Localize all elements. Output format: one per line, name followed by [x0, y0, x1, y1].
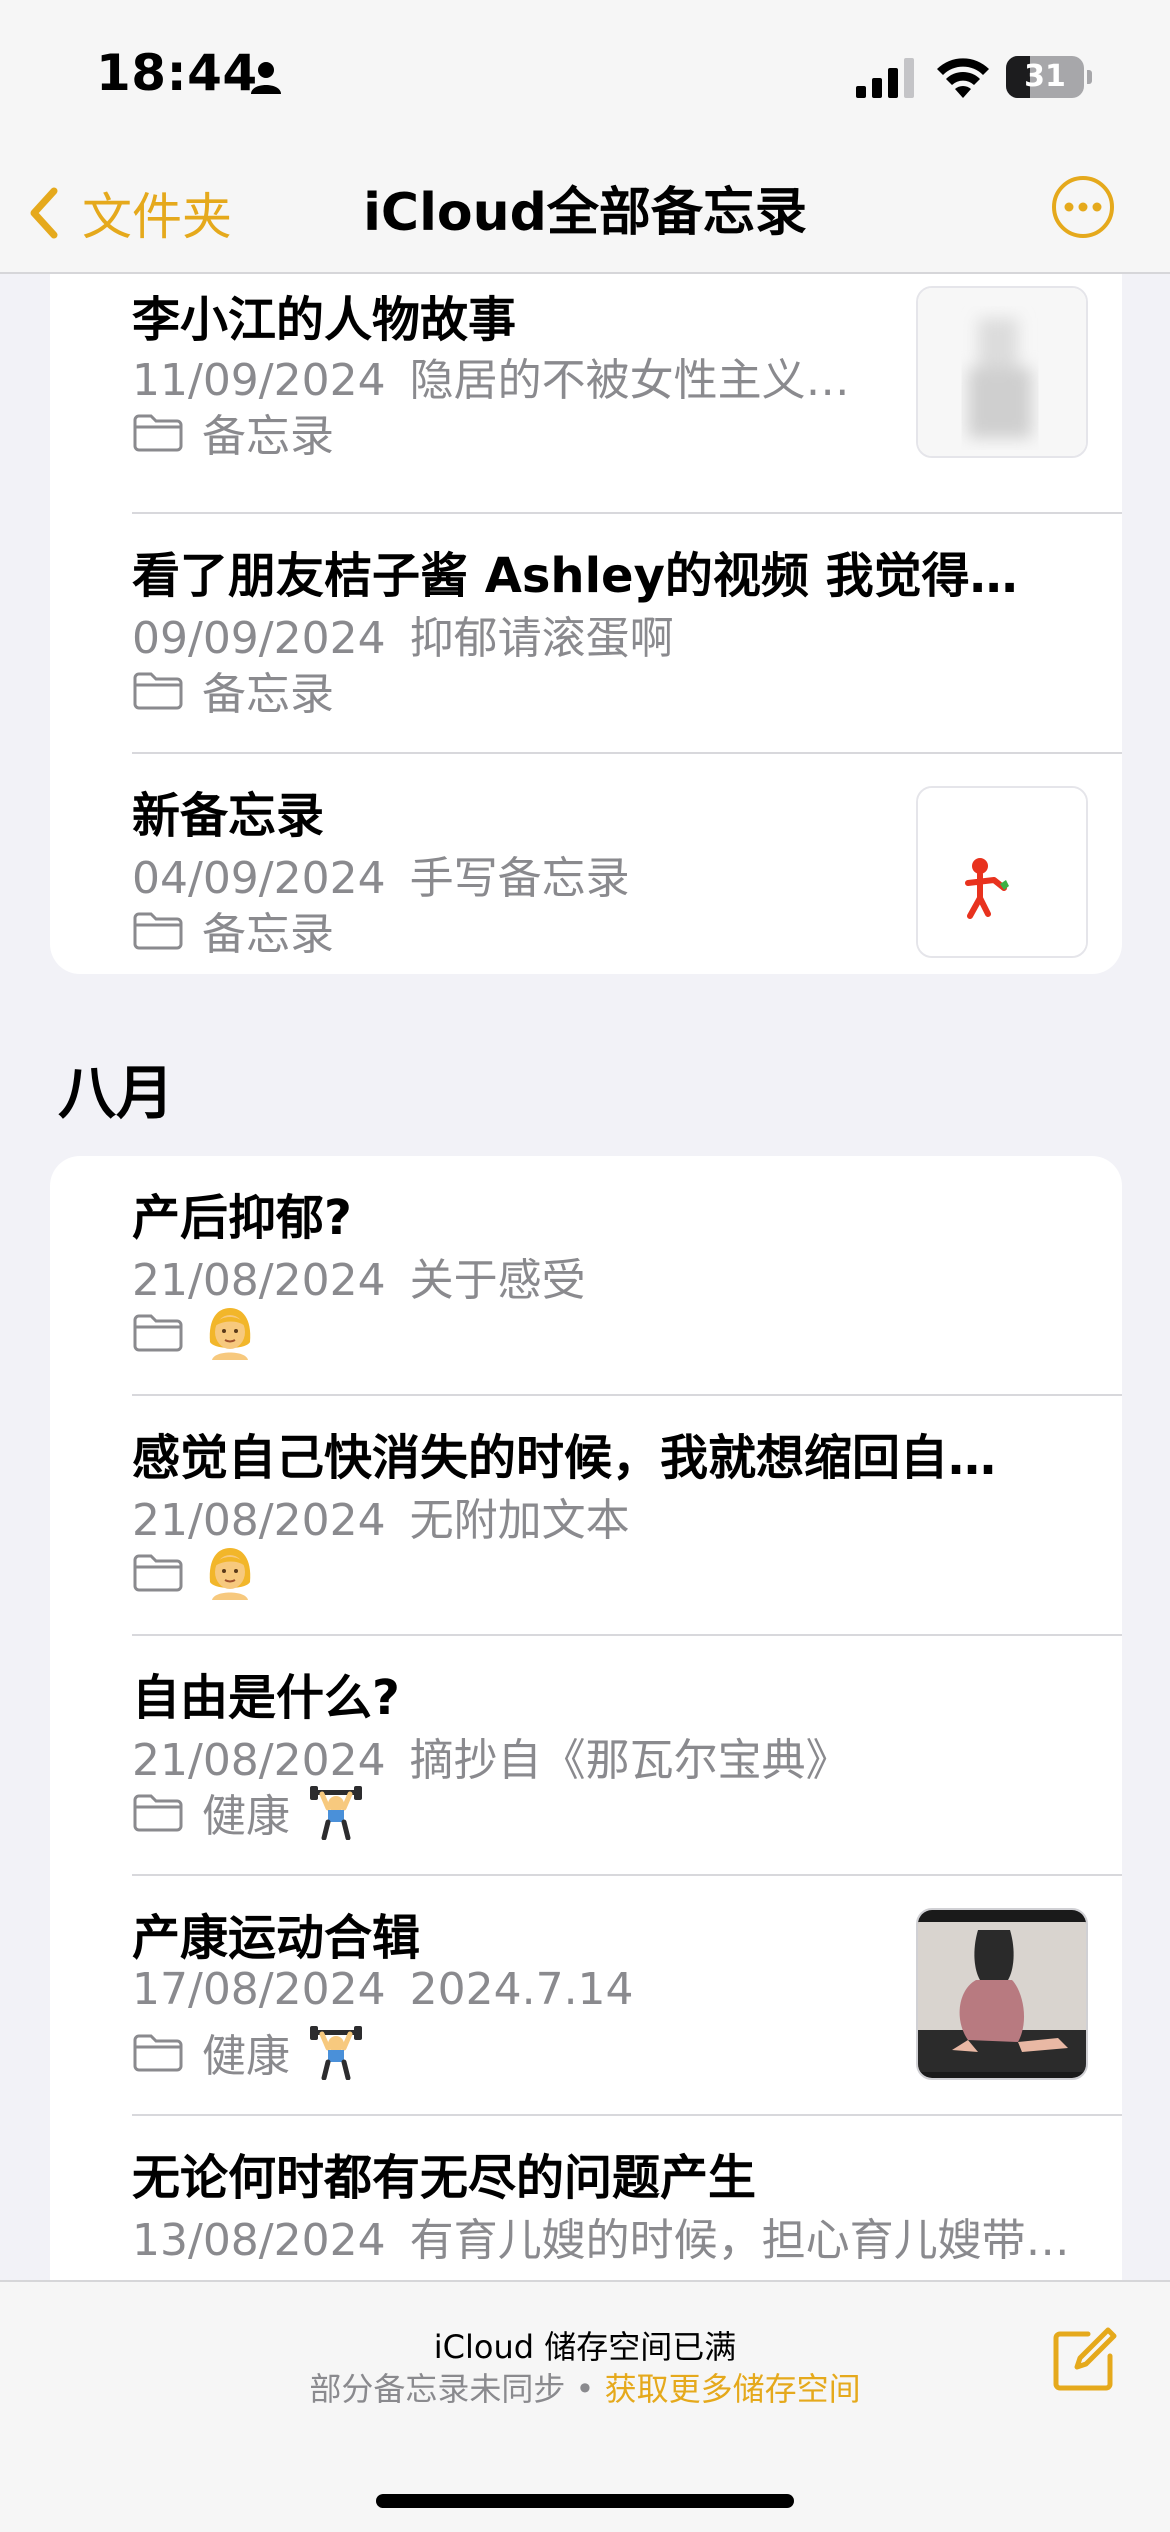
note-date: 17/08/2024 — [132, 1964, 386, 2015]
note-date: 21/08/2024 — [132, 1735, 386, 1786]
note-folder: 备忘录 — [132, 404, 334, 462]
storage-status-subtitle: 部分备忘录未同步 • 获取更多储存空间 — [0, 2364, 1170, 2410]
note-folder-name: 健康 — [202, 2031, 290, 2082]
note-preview: 抑郁请滚蛋啊 — [409, 613, 674, 664]
woman-emoji-icon — [209, 1548, 251, 1600]
compose-note-button[interactable] — [1050, 2324, 1120, 2394]
note-date: 04/09/2024 — [132, 853, 386, 904]
weightlifter-emoji-icon — [310, 1786, 362, 1840]
note-folder — [132, 1544, 258, 1600]
note-item[interactable]: 产后抑郁? 21/08/2024 关于感受 — [50, 1156, 1122, 1396]
folder-icon — [133, 912, 183, 950]
note-preview: 手写备忘录 — [409, 853, 630, 904]
home-indicator[interactable] — [376, 2494, 794, 2508]
note-meta: 09/09/2024 抑郁请滚蛋啊 — [132, 602, 1092, 666]
wifi-icon — [937, 58, 989, 98]
bottom-toolbar: iCloud 储存空间已满 部分备忘录未同步 • 获取更多储存空间 — [0, 2280, 1170, 2532]
folder-icon — [133, 672, 183, 710]
status-time: 18:44 — [96, 44, 258, 102]
note-date: 13/08/2024 — [132, 2215, 386, 2266]
exercise-video-thumbnail-icon — [918, 1910, 1086, 2078]
note-thumbnail — [916, 286, 1088, 458]
note-meta: 21/08/2024 无附加文本 — [132, 1484, 1092, 1548]
folder-icon — [133, 2034, 183, 2072]
note-folder-name: 备忘录 — [202, 411, 334, 462]
folder-icon — [133, 1554, 183, 1592]
note-meta: 13/08/2024 有育儿嫂的时候，担心育儿嫂带… — [132, 2204, 1092, 2268]
note-meta: 21/08/2024 摘抄自《那瓦尔宝典》 — [132, 1724, 1092, 1788]
battery-level: 31 — [1024, 59, 1066, 94]
note-meta: 11/09/2024 隐居的不被女性主义… — [132, 344, 892, 408]
note-meta: 17/08/2024 2024.7.14 — [132, 1964, 892, 2015]
signal-icon — [856, 58, 914, 98]
note-item[interactable]: 李小江的人物故事 11/09/2024 隐居的不被女性主义… 备忘录 — [50, 274, 1122, 514]
notes-list-september: 李小江的人物故事 11/09/2024 隐居的不被女性主义… 备忘录 看了朋友桔子… — [50, 274, 1122, 974]
storage-status-title: iCloud 储存空间已满 — [433, 2328, 737, 2366]
note-preview: 2024.7.14 — [409, 1964, 634, 2015]
section-header-august: 八月 — [58, 1059, 175, 1127]
woman-emoji-icon — [209, 1308, 251, 1360]
note-preview: 隐居的不被女性主义… — [409, 355, 850, 406]
note-title: 自由是什么? — [132, 1670, 400, 1726]
folder-icon — [133, 1794, 183, 1832]
note-preview: 摘抄自《那瓦尔宝典》 — [409, 1735, 850, 1786]
note-thumbnail — [916, 786, 1088, 958]
note-folder-name: 备忘录 — [202, 669, 334, 720]
note-date: 21/08/2024 — [132, 1495, 386, 1546]
note-item[interactable]: 产康运动合辑 17/08/2024 2024.7.14 健康 — [50, 1876, 1122, 2116]
battery-icon: 31 — [1006, 56, 1092, 98]
note-title: 产康运动合辑 — [132, 1910, 421, 1966]
note-title: 李小江的人物故事 — [132, 292, 517, 348]
note-item[interactable]: 自由是什么? 21/08/2024 摘抄自《那瓦尔宝典》 健康 — [50, 1636, 1122, 1876]
note-folder — [132, 1304, 258, 1360]
note-title: 看了朋友桔子酱 Ashley的视频 我觉得… — [132, 548, 1018, 604]
page-title: iCloud全部备忘录 — [363, 183, 807, 243]
get-more-storage-link[interactable]: 获取更多储存空间 — [605, 2370, 861, 2408]
note-preview: 关于感受 — [409, 1255, 586, 1306]
folder-icon — [133, 1314, 183, 1352]
note-folder: 备忘录 — [132, 902, 334, 960]
note-preview: 无附加文本 — [409, 1495, 630, 1546]
note-thumbnail — [916, 1908, 1088, 2080]
note-date: 21/08/2024 — [132, 1255, 386, 1306]
note-preview: 有育儿嫂的时候，担心育儿嫂带… — [409, 2215, 1070, 2266]
note-title: 新备忘录 — [132, 788, 325, 844]
note-title: 无论何时都有无尽的问题产生 — [132, 2150, 757, 2206]
note-title: 感觉自己快消失的时候，我就想缩回自… — [132, 1430, 997, 1486]
folder-icon — [133, 414, 183, 452]
storage-status-text: 部分备忘录未同步 • — [309, 2370, 605, 2408]
note-folder: 健康 — [132, 2024, 364, 2082]
note-folder-name: 健康 — [202, 1791, 290, 1842]
note-meta: 04/09/2024 手写备忘录 — [132, 842, 892, 906]
navigation-bar: 文件夹 iCloud全部备忘录 — [0, 160, 1170, 274]
person-icon — [251, 62, 281, 94]
note-folder-name: 备忘录 — [202, 909, 334, 960]
note-date: 11/09/2024 — [132, 355, 386, 406]
note-date: 09/09/2024 — [132, 613, 386, 664]
note-item[interactable]: 新备忘录 04/09/2024 手写备忘录 备忘录 — [50, 754, 1122, 974]
handwritten-sketch-icon — [918, 788, 1086, 956]
notes-list-august: 产后抑郁? 21/08/2024 关于感受 感觉自己快消失的时候，我就想缩回自… … — [50, 1156, 1122, 2456]
note-item[interactable]: 感觉自己快消失的时候，我就想缩回自… 21/08/2024 无附加文本 — [50, 1396, 1122, 1636]
note-title: 产后抑郁? — [132, 1190, 352, 1246]
note-folder: 健康 — [132, 1784, 364, 1842]
weightlifter-emoji-icon — [310, 2026, 362, 2080]
note-item[interactable]: 看了朋友桔子酱 Ashley的视频 我觉得… 09/09/2024 抑郁请滚蛋啊 … — [50, 514, 1122, 754]
more-options-button[interactable] — [1050, 174, 1116, 240]
note-folder: 备忘录 — [132, 662, 334, 720]
status-bar: 18:44 31 — [0, 0, 1170, 160]
note-meta: 21/08/2024 关于感受 — [132, 1244, 1092, 1308]
blurred-photo-icon — [918, 288, 1086, 456]
